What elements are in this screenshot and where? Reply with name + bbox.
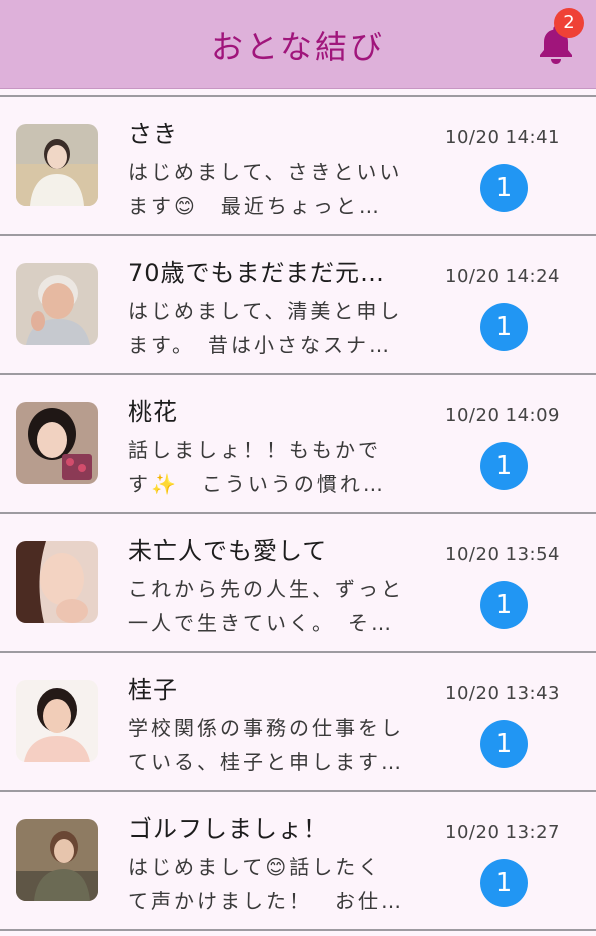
avatar — [16, 263, 98, 345]
contact-name: 桂子 — [128, 676, 178, 704]
conversation-row[interactable]: さき はじめまして、さきといい ます😊 最近ちょっと… 10/20 14:41 … — [0, 97, 596, 236]
message-preview: はじめまして、清美と申し ます。 昔は小さなスナ… — [128, 294, 418, 362]
message-timestamp: 10/20 14:09 — [445, 405, 560, 426]
conversation-row[interactable]: 桃花 話しましょ！！ももかで す✨ こういうの慣れ… 10/20 14:09 1 — [0, 375, 596, 514]
preview-line: て声かけました！ お仕… — [128, 889, 404, 913]
notification-count-badge: 2 — [554, 8, 584, 38]
preview-line: はじめまして、さきといい — [128, 160, 403, 184]
preview-line: ます😊 最近ちょっと… — [128, 194, 382, 218]
conversation-list: さき はじめまして、さきといい ます😊 最近ちょっと… 10/20 14:41 … — [0, 95, 596, 931]
unread-count-badge: 1 — [480, 581, 528, 629]
unread-count-badge: 1 — [480, 859, 528, 907]
preview-line: 一人で生きていく。 そ… — [128, 611, 394, 635]
message-preview: 学校関係の事務の仕事をし ている、桂子と申します… — [128, 711, 418, 779]
unread-count-badge: 1 — [480, 303, 528, 351]
contact-name: ゴルフしましょ！ — [128, 815, 328, 843]
app-header: おとな結び 2 — [0, 0, 596, 89]
preview-line: 話しましょ！！ももかで — [128, 438, 381, 462]
preview-line: す✨ こういうの慣れ… — [128, 472, 386, 496]
notification-button[interactable]: 2 — [530, 8, 584, 70]
avatar — [16, 541, 98, 623]
avatar — [16, 819, 98, 901]
contact-name: 桃花 — [128, 398, 178, 426]
app-screen: おとな結び 2 さき はじめまして、さきといい ます😊 最近ちょっと… 10/2… — [0, 0, 596, 936]
message-preview: 話しましょ！！ももかで す✨ こういうの慣れ… — [128, 433, 418, 501]
app-title: おとな結び — [210, 28, 386, 66]
preview-line: ます。 昔は小さなスナ… — [128, 333, 392, 357]
message-preview: はじめまして、さきといい ます😊 最近ちょっと… — [128, 155, 418, 223]
message-timestamp: 10/20 14:24 — [445, 266, 560, 287]
conversation-row[interactable]: 70歳でもまだまだ元… はじめまして、清美と申し ます。 昔は小さなスナ… 10… — [0, 236, 596, 375]
unread-count-badge: 1 — [480, 720, 528, 768]
preview-line: はじめまして、清美と申し — [128, 299, 403, 323]
conversation-row[interactable]: ゴルフしましょ！ はじめまして😊話したく て声かけました！ お仕… 10/20 … — [0, 792, 596, 931]
preview-line: 学校関係の事務の仕事をし — [128, 716, 404, 740]
preview-line: これから先の人生、ずっと — [128, 577, 404, 601]
message-timestamp: 10/20 14:41 — [445, 127, 560, 148]
message-timestamp: 10/20 13:43 — [445, 683, 560, 704]
conversation-row[interactable]: 桂子 学校関係の事務の仕事をし ている、桂子と申します… 10/20 13:43… — [0, 653, 596, 792]
unread-count-badge: 1 — [480, 442, 528, 490]
message-preview: はじめまして😊話したく て声かけました！ お仕… — [128, 850, 418, 918]
contact-name: 未亡人でも愛して — [128, 537, 328, 565]
contact-name: さき — [128, 120, 178, 148]
preview-line: はじめまして😊話したく — [128, 855, 382, 879]
message-timestamp: 10/20 13:54 — [445, 544, 560, 565]
unread-count-badge: 1 — [480, 164, 528, 212]
avatar — [16, 124, 98, 206]
contact-name: 70歳でもまだまだ元… — [128, 259, 386, 287]
message-timestamp: 10/20 13:27 — [445, 822, 560, 843]
avatar — [16, 402, 98, 484]
preview-line: ている、桂子と申します… — [128, 750, 404, 774]
conversation-row[interactable]: 未亡人でも愛して これから先の人生、ずっと 一人で生きていく。 そ… 10/20… — [0, 514, 596, 653]
message-preview: これから先の人生、ずっと 一人で生きていく。 そ… — [128, 572, 418, 640]
avatar — [16, 680, 98, 762]
